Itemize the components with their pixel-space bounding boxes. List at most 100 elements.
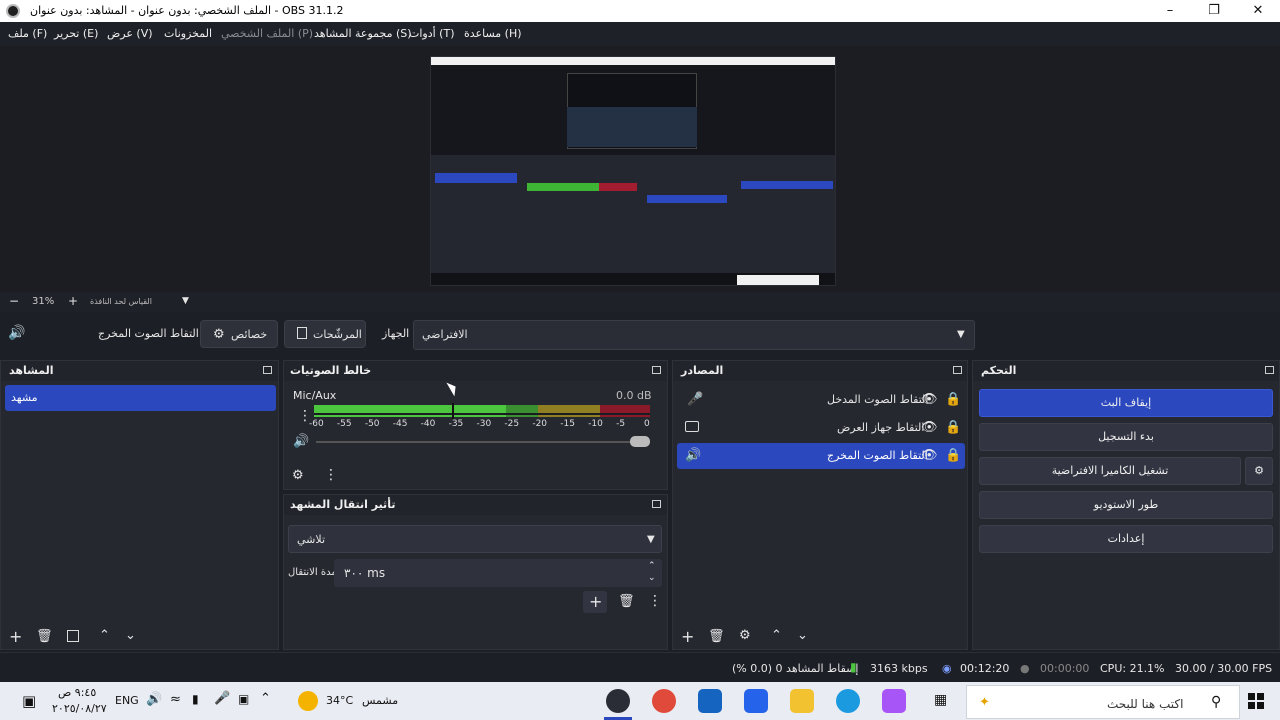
visibility-eye-icon[interactable]: 👁 xyxy=(921,449,938,462)
undock-icon[interactable] xyxy=(263,366,272,374)
notifications-icon[interactable]: ▣ xyxy=(22,692,36,710)
volume-icon[interactable]: 🔊 xyxy=(293,435,309,448)
cpu-usage: CPU: 21.1% xyxy=(1100,662,1165,675)
device-select[interactable]: الافتراضي ▼ xyxy=(413,320,975,350)
menu-edit[interactable]: تحرير (E) xyxy=(54,27,98,40)
sun-weather-icon xyxy=(298,691,318,711)
move-down-icon[interactable]: ⌄ xyxy=(125,629,136,642)
transitions-header: تأثير انتقال المشهد xyxy=(284,495,667,515)
task-view-icon[interactable]: ▦ xyxy=(934,692,947,708)
menu-docks[interactable]: المخزونات xyxy=(164,27,212,40)
move-up-icon[interactable]: ⌃ xyxy=(99,629,110,642)
chrome-icon[interactable] xyxy=(652,689,676,713)
add-scene-icon[interactable]: + xyxy=(9,629,22,645)
clock-time[interactable]: ٩:٤٥ ص xyxy=(58,686,96,699)
visibility-eye-icon[interactable]: 👁 xyxy=(921,393,938,406)
transition-more-icon[interactable]: ⋮ xyxy=(648,594,662,608)
source-properties-gear-icon[interactable]: ⚙ xyxy=(739,629,751,642)
obs-taskbar-icon[interactable] xyxy=(606,689,630,713)
file-explorer-icon[interactable] xyxy=(790,689,814,713)
selected-source-name: التقاط الصوت المخرج xyxy=(98,327,199,340)
add-transition-button[interactable]: + xyxy=(583,591,607,613)
audio-mixer-header: خالط الصوتيات xyxy=(284,361,667,381)
scale-mode-dropdown-icon[interactable]: ▼ xyxy=(182,296,189,306)
properties-button[interactable]: ⚙ خصائص xyxy=(200,320,278,348)
move-down-icon[interactable]: ⌄ xyxy=(797,629,808,642)
source-item-output-audio[interactable]: 🔊 التقاط الصوت المخرج 👁 🔒 xyxy=(677,443,965,469)
start-recording-button[interactable]: بدء التسجيل xyxy=(979,423,1273,451)
undock-icon[interactable] xyxy=(1265,366,1274,374)
virtual-camera-settings-button[interactable]: ⚙ xyxy=(1245,457,1273,485)
scene-item[interactable]: مشهد xyxy=(5,385,276,411)
undock-icon[interactable] xyxy=(652,500,661,508)
copilot-icon[interactable] xyxy=(882,689,906,713)
volume-slider-track[interactable] xyxy=(316,441,650,443)
minimize-button[interactable]: – xyxy=(1148,0,1192,22)
volume-slider-handle[interactable] xyxy=(630,436,650,447)
controls-header: التحكم xyxy=(973,361,1279,381)
trash-icon[interactable]: 🗑 xyxy=(618,595,635,608)
lock-icon[interactable]: 🔒 xyxy=(945,393,961,406)
lock-icon[interactable]: 🔒 xyxy=(945,449,961,462)
gear-icon: ⚙ xyxy=(1254,464,1264,477)
meter-green-dark xyxy=(506,405,538,417)
transition-type-select[interactable]: تلاشي ▼ xyxy=(288,525,662,553)
edge-icon[interactable] xyxy=(836,689,860,713)
stepper-down-icon[interactable]: ⌄ xyxy=(648,573,656,583)
advanced-audio-gear-icon[interactable]: ⚙ xyxy=(292,469,304,482)
scale-mode-label[interactable]: القياس لحد النافذة xyxy=(90,297,152,306)
zoom-out-button[interactable]: − xyxy=(9,294,19,308)
undock-icon[interactable] xyxy=(652,366,661,374)
meter-red xyxy=(600,405,650,417)
stepper-up-icon[interactable]: ⌃ xyxy=(648,561,656,571)
menu-scene-collection[interactable]: مجموعة المشاهد (S) xyxy=(314,27,412,40)
restore-button[interactable]: ❐ xyxy=(1192,0,1236,22)
stop-streaming-button[interactable]: إيقاف البث xyxy=(979,389,1273,417)
weather-desc[interactable]: مشمس xyxy=(362,694,398,707)
volume-icon[interactable]: 🔊 xyxy=(146,692,162,707)
studio-mode-button[interactable]: طور الاستوديو xyxy=(979,491,1273,519)
preview-zoom-bar: − 31% + القياس لحد النافذة ▼ xyxy=(0,292,1280,312)
wifi-icon[interactable]: ≈ xyxy=(170,692,181,707)
menu-profile[interactable]: الملف الشخصي (P) xyxy=(221,27,313,40)
zoom-in-button[interactable]: + xyxy=(68,294,78,308)
camera-icon[interactable]: ▣ xyxy=(238,692,249,706)
device-label: الجهاز xyxy=(382,327,410,340)
visibility-eye-icon[interactable]: 👁 xyxy=(921,421,938,434)
undock-icon[interactable] xyxy=(953,366,962,374)
language-indicator[interactable]: ENG xyxy=(115,694,139,707)
windows-start-icon[interactable] xyxy=(1248,693,1264,709)
source-item-input-audio[interactable]: 🎤 التقاط الصوت المدخل 👁 🔒 xyxy=(677,387,965,413)
trash-icon[interactable]: 🗑 xyxy=(36,630,53,643)
transition-duration-input[interactable]: ٣٠٠ ms ⌃ ⌄ xyxy=(334,559,662,587)
meter-tick-label: -55 xyxy=(336,419,352,429)
battery-icon[interactable]: ▮ xyxy=(192,692,199,706)
start-virtual-camera-button[interactable]: تشغيل الكاميرا الافتراضية xyxy=(979,457,1241,485)
show-hidden-icons-chevron-icon[interactable]: ⌃ xyxy=(260,691,271,706)
move-up-icon[interactable]: ⌃ xyxy=(771,629,782,642)
settings-button[interactable]: إعدادات xyxy=(979,525,1273,553)
scenes-title: المشاهد xyxy=(9,364,54,377)
lock-icon[interactable]: 🔒 xyxy=(945,421,961,434)
windows-taskbar: ▣ ٩:٤٥ ص ٢٠٢٥/٠٨/٢٧ ENG 🔊 ≈ ▮ 🎤 ▣ ⌃ 34°C… xyxy=(0,682,1280,720)
taskbar-search-box[interactable]: ✦ اكتب هنا للبحث ⚲ xyxy=(966,685,1240,719)
scene-filter-icon[interactable] xyxy=(67,630,79,642)
close-button[interactable]: ✕ xyxy=(1236,0,1280,22)
mixer-more-icon[interactable]: ⋮ xyxy=(324,468,338,482)
clock-date[interactable]: ٢٠٢٥/٠٨/٢٧ xyxy=(52,702,107,715)
microphone-icon[interactable]: 🎤 xyxy=(214,691,230,706)
filters-button[interactable]: المرشّحات xyxy=(284,320,366,348)
preview-canvas[interactable] xyxy=(430,56,836,286)
source-item-display-capture[interactable]: التقاط جهاز العرض 👁 🔒 xyxy=(677,415,965,441)
add-source-icon[interactable]: + xyxy=(681,629,694,645)
weather-temp[interactable]: 34°C xyxy=(326,694,353,707)
menu-tools[interactable]: أدوات (T) xyxy=(409,27,455,40)
menu-view[interactable]: عرض (V) xyxy=(107,27,153,40)
trash-icon[interactable]: 🗑 xyxy=(708,630,725,643)
menu-help[interactable]: مساعدة (H) xyxy=(464,27,522,40)
menu-file[interactable]: ملف (F) xyxy=(8,27,47,40)
outlook-icon[interactable] xyxy=(698,689,722,713)
speaker-icon: 🔊 xyxy=(8,325,26,341)
window-title: OBS 31.1.2 - الملف الشخصي: بدون عنوان - … xyxy=(30,4,344,17)
store-icon[interactable] xyxy=(744,689,768,713)
